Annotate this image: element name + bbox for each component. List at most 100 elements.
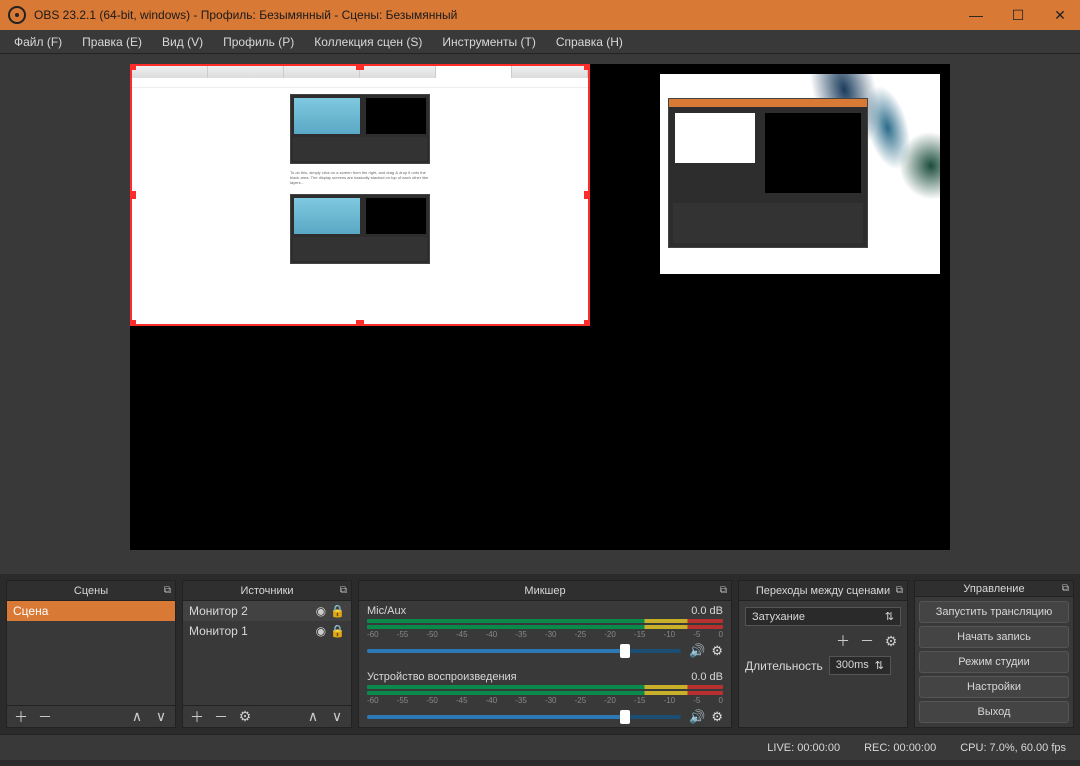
controls-title: Управление <box>963 583 1024 595</box>
transition-properties-button[interactable]: ⚙ <box>881 632 901 650</box>
sources-panel: Источники ⧉ Монитор 2 ◉ 🔒 Монитор 1 ◉ 🔒 … <box>182 580 352 728</box>
mixer-ch-name: Mic/Aux <box>367 605 406 617</box>
tick: -55 <box>397 630 409 639</box>
preview-canvas[interactable]: To do this, simply click on a screen fro… <box>130 64 950 550</box>
menu-help[interactable]: Справка (H) <box>548 33 631 51</box>
duration-input[interactable]: 300ms ⇅ <box>829 656 891 675</box>
transition-select[interactable]: Затухание ⇅ <box>745 607 901 626</box>
visibility-icon[interactable]: ◉ <box>316 624 326 638</box>
scene-item[interactable]: Сцена <box>7 601 175 621</box>
speaker-icon[interactable]: 🔊 <box>689 709 705 725</box>
statusbar: LIVE: 00:00:00 REC: 00:00:00 CPU: 7.0%, … <box>0 734 1080 760</box>
resize-handle[interactable] <box>584 64 590 70</box>
tick: -40 <box>486 630 498 639</box>
status-rec: REC: 00:00:00 <box>864 742 936 754</box>
preview-area: To do this, simply click on a screen fro… <box>0 54 1080 574</box>
status-live: LIVE: 00:00:00 <box>767 742 840 754</box>
transitions-body: Затухание ⇅ ＋ － ⚙ Длительность 300ms ⇅ <box>739 601 907 681</box>
selected-source-monitor2[interactable]: To do this, simply click on a screen fro… <box>130 64 590 326</box>
mixer-title: Микшер <box>524 585 565 597</box>
mixer-ch-name: Устройство воспроизведения <box>367 671 517 683</box>
resize-handle[interactable] <box>356 64 364 70</box>
settings-button[interactable]: Настройки <box>919 676 1069 698</box>
studio-mode-button[interactable]: Режим студии <box>919 651 1069 673</box>
transitions-header: Переходы между сценами ⧉ <box>739 581 907 601</box>
window-controls: — ☐ ✕ <box>964 7 1072 24</box>
meter-ticks: -60 -55 -50 -45 -40 -35 -30 -25 -20 -15 … <box>367 630 723 639</box>
menu-tools[interactable]: Инструменты (T) <box>434 33 543 51</box>
remove-scene-button[interactable]: － <box>35 708 55 726</box>
volume-slider[interactable] <box>367 649 681 653</box>
sources-list: Монитор 2 ◉ 🔒 Монитор 1 ◉ 🔒 <box>183 601 351 705</box>
minimize-button[interactable]: — <box>964 7 988 24</box>
tick: -25 <box>575 696 587 705</box>
exit-button[interactable]: Выход <box>919 701 1069 723</box>
menu-scene-collection[interactable]: Коллекция сцен (S) <box>306 33 430 51</box>
scenes-header: Сцены ⧉ <box>7 581 175 601</box>
source-item[interactable]: Монитор 2 ◉ 🔒 <box>183 601 351 621</box>
popout-icon[interactable]: ⧉ <box>340 585 347 596</box>
resize-handle[interactable] <box>130 320 136 326</box>
add-transition-button[interactable]: ＋ <box>833 632 853 650</box>
menu-file[interactable]: Файл (F) <box>6 33 70 51</box>
tick: -35 <box>515 630 527 639</box>
mixer-panel: Микшер ⧉ Mic/Aux 0.0 dB -60 -55 -50 -45 … <box>358 580 732 728</box>
popout-icon[interactable]: ⧉ <box>164 585 171 596</box>
resize-handle[interactable] <box>356 320 364 326</box>
menu-edit[interactable]: Правка (E) <box>74 33 150 51</box>
lock-icon[interactable]: 🔒 <box>330 604 345 618</box>
sources-toolbar: ＋ － ⚙ ∧ ∨ <box>183 705 351 727</box>
audio-meter <box>367 619 723 623</box>
move-scene-up-button[interactable]: ∧ <box>127 708 147 726</box>
volume-slider[interactable] <box>367 715 681 719</box>
add-source-button[interactable]: ＋ <box>187 708 207 726</box>
source-item[interactable]: Монитор 1 ◉ 🔒 <box>183 621 351 641</box>
sources-header: Источники ⧉ <box>183 581 351 601</box>
remove-source-button[interactable]: － <box>211 708 231 726</box>
tick: -15 <box>634 630 646 639</box>
popout-icon[interactable]: ⧉ <box>720 585 727 596</box>
tick: -50 <box>426 696 438 705</box>
move-source-up-button[interactable]: ∧ <box>303 708 323 726</box>
source-preview-monitor1[interactable] <box>660 74 940 274</box>
duration-value: 300ms <box>836 659 869 672</box>
resize-handle[interactable] <box>584 191 590 199</box>
tick: -50 <box>426 630 438 639</box>
mixer-header: Микшер ⧉ <box>359 581 731 601</box>
window-title: OBS 23.2.1 (64-bit, windows) - Профиль: … <box>34 8 964 22</box>
audio-meter <box>367 691 723 695</box>
duration-label: Длительность <box>745 659 823 673</box>
mixer-channel: Устройство воспроизведения 0.0 dB -60 -5… <box>359 667 731 727</box>
tick: -35 <box>515 696 527 705</box>
lock-icon[interactable]: 🔒 <box>330 624 345 638</box>
resize-handle[interactable] <box>130 191 136 199</box>
tick: -30 <box>545 696 557 705</box>
panel-row: Сцены ⧉ Сцена ＋ － ∧ ∨ Источники ⧉ Монито… <box>0 574 1080 734</box>
tick: -15 <box>634 696 646 705</box>
popout-icon[interactable]: ⧉ <box>1062 583 1069 594</box>
start-streaming-button[interactable]: Запустить трансляцию <box>919 601 1069 623</box>
add-scene-button[interactable]: ＋ <box>11 708 31 726</box>
chevron-updown-icon: ⇅ <box>875 659 884 672</box>
start-recording-button[interactable]: Начать запись <box>919 626 1069 648</box>
speaker-icon[interactable]: 🔊 <box>689 643 705 659</box>
audio-meter <box>367 685 723 689</box>
tick: -60 <box>367 630 379 639</box>
remove-transition-button[interactable]: － <box>857 632 877 650</box>
resize-handle[interactable] <box>130 64 136 70</box>
gear-icon[interactable]: ⚙ <box>711 643 723 659</box>
popout-icon[interactable]: ⧉ <box>896 585 903 596</box>
resize-handle[interactable] <box>584 320 590 326</box>
menu-view[interactable]: Вид (V) <box>154 33 211 51</box>
menu-profile[interactable]: Профиль (P) <box>215 33 302 51</box>
visibility-icon[interactable]: ◉ <box>316 604 326 618</box>
controls-body: Запустить трансляцию Начать запись Режим… <box>915 597 1073 727</box>
move-scene-down-button[interactable]: ∨ <box>151 708 171 726</box>
maximize-button[interactable]: ☐ <box>1006 7 1030 24</box>
controls-header: Управление ⧉ <box>915 581 1073 597</box>
tick: -25 <box>575 630 587 639</box>
gear-icon[interactable]: ⚙ <box>711 709 723 725</box>
source-properties-button[interactable]: ⚙ <box>235 708 255 726</box>
close-button[interactable]: ✕ <box>1048 7 1072 24</box>
move-source-down-button[interactable]: ∨ <box>327 708 347 726</box>
